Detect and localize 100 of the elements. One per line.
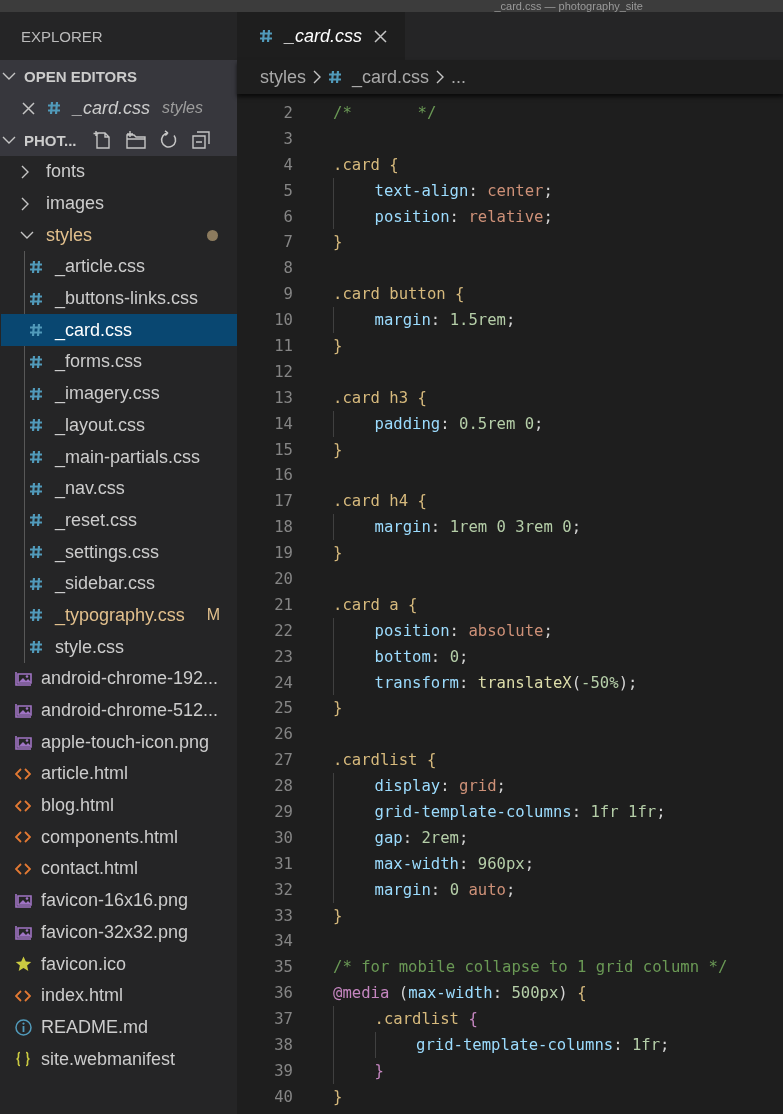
code-line: .card h3 { bbox=[333, 388, 427, 407]
hash-icon bbox=[29, 354, 43, 369]
chevron-right-icon[interactable] bbox=[20, 196, 30, 211]
code-line: .card h4 { bbox=[333, 492, 427, 511]
line-number: 14 bbox=[273, 414, 293, 433]
file-item[interactable]: contact.html bbox=[0, 853, 237, 885]
breadcrumb-separator-icon[interactable] bbox=[435, 70, 446, 84]
hash-icon bbox=[29, 608, 43, 623]
code-line: transform: translateX(-50%); bbox=[374, 673, 638, 692]
breadcrumb-item[interactable]: ... bbox=[451, 66, 467, 88]
file-item[interactable]: favicon.ico bbox=[0, 948, 237, 980]
file-item[interactable]: components.html bbox=[0, 821, 237, 854]
breadcrumb-item[interactable]: styles bbox=[260, 66, 306, 88]
breadcrumb-separator-icon[interactable] bbox=[312, 70, 322, 84]
file-item[interactable]: _nav.css bbox=[1, 472, 237, 505]
breadcrumb-item[interactable]: _card.css bbox=[328, 66, 430, 88]
explorer-title: EXPLORER bbox=[20, 26, 104, 47]
file-item[interactable]: _layout.css bbox=[1, 409, 237, 442]
hash-icon bbox=[47, 101, 61, 115]
hash-icon bbox=[29, 513, 43, 528]
line-number: 39 bbox=[273, 1061, 293, 1080]
file-item[interactable]: _imagery.css bbox=[1, 377, 237, 410]
file-item[interactable]: _settings.css bbox=[1, 536, 237, 568]
file-item[interactable]: _forms.css bbox=[1, 346, 237, 378]
chevron-down-icon[interactable] bbox=[20, 230, 34, 241]
line-number: 12 bbox=[273, 362, 293, 381]
line-number: 19 bbox=[273, 544, 293, 563]
hash-icon bbox=[29, 291, 43, 306]
hash-icon bbox=[29, 576, 43, 591]
file-item[interactable]: blog.html bbox=[0, 789, 237, 822]
file-item[interactable]: article.html bbox=[0, 758, 237, 790]
curly-braces-icon bbox=[15, 1051, 31, 1068]
new-folder-icon[interactable] bbox=[124, 130, 147, 150]
line-number: 32 bbox=[273, 880, 293, 899]
file-item[interactable]: site.webmanifest bbox=[0, 1043, 237, 1075]
line-number: 20 bbox=[273, 569, 293, 588]
line-number: 6 bbox=[282, 207, 293, 226]
line-number: 36 bbox=[273, 984, 293, 1003]
file-item[interactable]: _buttons-links.css bbox=[1, 282, 237, 315]
hash-icon bbox=[29, 386, 43, 401]
code-line: bottom: 0; bbox=[374, 647, 469, 666]
code-line: @media (max-width: 500px) { bbox=[333, 984, 587, 1003]
file-item[interactable]: _article.css bbox=[1, 251, 237, 283]
code-line: } bbox=[333, 906, 343, 925]
chevron-right-icon[interactable] bbox=[20, 164, 30, 179]
info-icon bbox=[15, 1018, 32, 1036]
new-file-icon[interactable] bbox=[92, 130, 113, 150]
file-item[interactable]: _card.css bbox=[1, 314, 237, 347]
code-line: /* */ bbox=[333, 103, 437, 122]
code-line: margin: 0 auto; bbox=[374, 880, 516, 899]
folder-item[interactable]: images bbox=[0, 187, 237, 220]
code-line: text-align: center; bbox=[374, 181, 553, 200]
line-number: 13 bbox=[273, 388, 293, 407]
file-item[interactable]: favicon-32x32.png bbox=[0, 916, 237, 949]
folder-item[interactable]: styles bbox=[0, 219, 237, 252]
line-number: 7 bbox=[282, 233, 293, 252]
file-item[interactable]: _main-partials.css bbox=[1, 441, 237, 473]
git-status-label: M bbox=[206, 606, 220, 625]
line-number: 22 bbox=[273, 621, 293, 640]
code-line: .card { bbox=[333, 155, 399, 174]
folder-item[interactable]: fonts bbox=[0, 156, 237, 188]
code-line: } bbox=[333, 440, 343, 459]
line-number: 30 bbox=[273, 828, 293, 847]
code-line: } bbox=[333, 1087, 343, 1106]
section-title[interactable]: PHOT... bbox=[24, 131, 77, 149]
close-icon[interactable] bbox=[374, 29, 388, 43]
line-number: 40 bbox=[273, 1087, 293, 1106]
line-number: 23 bbox=[273, 647, 293, 666]
file-item[interactable]: _typography.css M bbox=[1, 599, 237, 632]
code-line: /* for mobile collapse to 1 grid column */ bbox=[333, 958, 728, 977]
editor-tab[interactable]: _card.css bbox=[237, 12, 406, 60]
file-item[interactable]: _sidebar.css bbox=[1, 567, 237, 600]
code-brackets-icon bbox=[15, 830, 31, 845]
file-item[interactable]: _reset.css bbox=[1, 504, 237, 537]
file-item[interactable]: android-chrome-512... bbox=[0, 694, 237, 727]
file-item[interactable]: style.css bbox=[1, 631, 237, 663]
line-number: 31 bbox=[273, 854, 293, 873]
close-icon[interactable] bbox=[22, 101, 35, 115]
file-item[interactable]: favicon-16x16.png bbox=[0, 884, 237, 917]
file-item[interactable]: README.md bbox=[0, 1011, 237, 1044]
code-line: .cardlist { bbox=[333, 751, 437, 770]
open-editor-item[interactable]: _card.css styles bbox=[0, 92, 237, 124]
code-line: position: relative; bbox=[374, 207, 553, 226]
file-item[interactable]: apple-touch-icon.png bbox=[0, 726, 237, 759]
line-number: 26 bbox=[273, 725, 293, 744]
line-number: 37 bbox=[273, 1010, 293, 1029]
chevron-down-icon[interactable] bbox=[2, 135, 16, 145]
file-item[interactable]: index.html bbox=[0, 979, 237, 1012]
refresh-icon[interactable] bbox=[158, 130, 179, 150]
hash-icon bbox=[259, 29, 273, 43]
collapse-all-icon[interactable] bbox=[190, 130, 211, 150]
line-number: 10 bbox=[273, 311, 293, 330]
chevron-down-icon[interactable] bbox=[2, 71, 16, 81]
line-number: 34 bbox=[273, 932, 293, 951]
code-brackets-icon bbox=[15, 988, 31, 1003]
window-title: _card.css — photography_site bbox=[494, 0, 643, 12]
image-file-icon bbox=[15, 671, 32, 687]
file-item[interactable]: android-chrome-192... bbox=[0, 663, 237, 695]
line-number: 38 bbox=[273, 1036, 293, 1054]
line-number: 2 bbox=[282, 103, 293, 122]
